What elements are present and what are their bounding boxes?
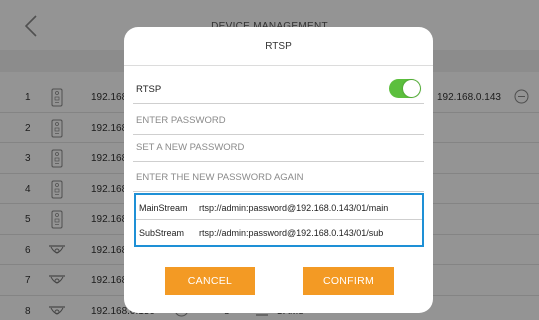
confirm-password-row	[124, 161, 433, 192]
rtsp-toggle-row: RTSP	[124, 73, 433, 104]
confirm-password-input[interactable]	[136, 166, 421, 188]
sub-stream-url[interactable]: rtsp://admin:password@192.168.0.143/01/s…	[199, 228, 383, 238]
enter-password-input[interactable]	[136, 109, 421, 131]
toggle-knob	[403, 80, 420, 97]
sub-stream-row: SubStream rtsp://admin:password@192.168.…	[136, 220, 422, 245]
main-stream-label: MainStream	[139, 203, 188, 213]
sub-stream-label: SubStream	[139, 228, 185, 238]
main-stream-url[interactable]: rtsp://admin:password@192.168.0.143/01/m…	[199, 203, 388, 213]
rtsp-dialog: RTSP RTSP MainStream rtsp://admin:passwo…	[124, 27, 433, 313]
stream-urls-box: MainStream rtsp://admin:password@192.168…	[134, 193, 424, 247]
divider	[124, 65, 433, 66]
cancel-button[interactable]: CANCEL	[165, 267, 255, 295]
rtsp-toggle[interactable]	[389, 79, 421, 98]
new-password-row	[124, 131, 433, 162]
rtsp-label: RTSP	[136, 84, 162, 95]
dialog-title: RTSP	[265, 41, 292, 52]
new-password-input[interactable]	[136, 136, 421, 158]
confirm-button[interactable]: CONFIRM	[303, 267, 394, 295]
main-stream-row: MainStream rtsp://admin:password@192.168…	[136, 195, 422, 220]
divider	[133, 191, 424, 192]
